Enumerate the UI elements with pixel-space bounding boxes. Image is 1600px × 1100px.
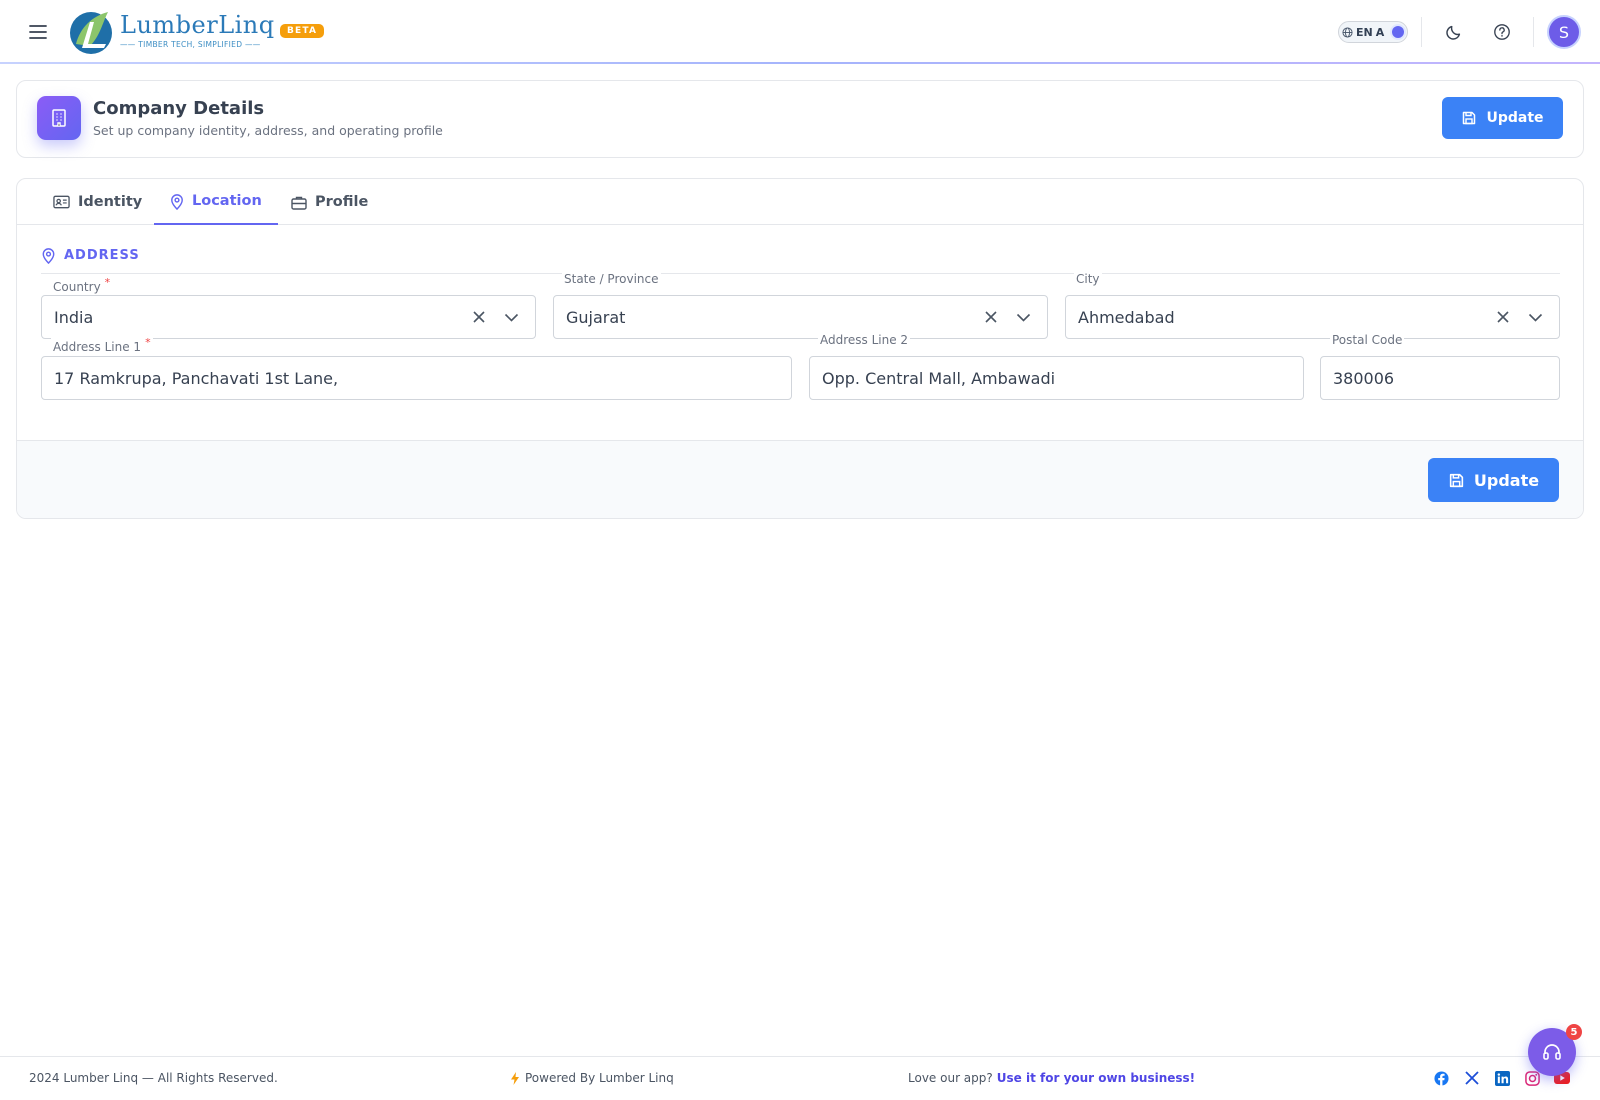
- state-label: State / Province: [562, 272, 661, 286]
- country-label: Country *: [51, 276, 113, 294]
- company-details-form: Identity Location Profile ADDRESS Countr…: [16, 178, 1584, 519]
- toggle-knob: [1392, 26, 1404, 38]
- notification-badge: 5: [1566, 1024, 1582, 1040]
- logo-mark-icon: [70, 12, 112, 54]
- page-subtitle: Set up company identity, address, and op…: [93, 123, 443, 138]
- clear-icon[interactable]: [1487, 301, 1519, 333]
- top-bar: LumberLinq —— TIMBER TECH, SIMPLIFIED ——…: [0, 0, 1600, 63]
- map-pin-icon: [42, 248, 55, 264]
- chevron-down-icon[interactable]: [1519, 301, 1551, 333]
- address-line1-label-text: Address Line 1: [53, 340, 142, 354]
- update-button-label: Update: [1473, 470, 1540, 490]
- lightning-icon: [511, 1071, 519, 1085]
- postal-code-value: 380006: [1333, 368, 1395, 388]
- country-value: India: [54, 307, 94, 327]
- update-button-top[interactable]: Update: [1442, 97, 1563, 139]
- globe-icon: [1342, 26, 1353, 38]
- help-icon[interactable]: [1489, 19, 1515, 45]
- chevron-down-icon[interactable]: [1007, 301, 1039, 333]
- headset-icon: [1543, 1044, 1561, 1060]
- linkedin-icon[interactable]: [1493, 1069, 1511, 1087]
- powered-by-text: Powered By Lumber Linq: [525, 1071, 674, 1085]
- page-header-card: Company Details Set up company identity,…: [16, 80, 1584, 158]
- page-title: Company Details: [93, 98, 265, 119]
- city-select[interactable]: Ahmedabad: [1065, 295, 1560, 339]
- header-accent-line: [0, 62, 1600, 64]
- promo-link[interactable]: Use it for your own business!: [997, 1071, 1195, 1085]
- update-button-label: Update: [1486, 110, 1544, 126]
- id-card-icon: [53, 195, 70, 209]
- country-label-text: Country: [53, 280, 101, 294]
- brand-tagline-text: TIMBER TECH, SIMPLIFIED: [138, 40, 243, 49]
- tab-location-label: Location: [192, 193, 262, 209]
- save-icon: [1463, 111, 1476, 125]
- page-footer: 2024 Lumber Linq — All Rights Reserved. …: [0, 1056, 1600, 1100]
- address-line2-value: Opp. Central Mall, Ambawadi: [822, 368, 1056, 388]
- x-icon[interactable]: [1463, 1069, 1481, 1087]
- language-letter: A: [1375, 25, 1385, 39]
- beta-badge: BETA: [280, 24, 325, 38]
- promo-text: Love our app? Use it for your own busines…: [908, 1071, 1195, 1085]
- update-button-bottom[interactable]: Update: [1428, 458, 1559, 502]
- address-line2-input[interactable]: Opp. Central Mall, Ambawadi: [809, 356, 1304, 400]
- brand-name: LumberLinq: [120, 11, 275, 39]
- header-divider: [1533, 17, 1534, 47]
- copyright-text: 2024 Lumber Linq — All Rights Reserved.: [29, 1071, 278, 1085]
- language-code: EN: [1356, 25, 1373, 39]
- address-line2-label: Address Line 2: [818, 333, 911, 347]
- moon-icon[interactable]: [1441, 19, 1467, 45]
- state-value: Gujarat: [566, 307, 626, 327]
- section-divider: [41, 273, 1560, 274]
- building-icon: [37, 96, 81, 140]
- tab-profile[interactable]: Profile: [275, 179, 384, 225]
- menu-icon[interactable]: [24, 18, 52, 46]
- address-line1-input[interactable]: 17 Ramkrupa, Panchavati 1st Lane,: [41, 356, 792, 400]
- tab-location[interactable]: Location: [154, 179, 278, 225]
- state-select[interactable]: Gujarat: [553, 295, 1048, 339]
- address-line1-value: 17 Ramkrupa, Panchavati 1st Lane,: [54, 368, 339, 388]
- powered-by: Powered By Lumber Linq: [511, 1071, 674, 1085]
- form-footer: Update: [17, 440, 1583, 518]
- facebook-icon[interactable]: [1432, 1069, 1450, 1087]
- header-divider: [1421, 17, 1422, 47]
- tab-identity-label: Identity: [78, 194, 143, 210]
- promo-lead: Love our app?: [908, 1071, 993, 1085]
- brand-logo[interactable]: LumberLinq —— TIMBER TECH, SIMPLIFIED ——: [66, 6, 275, 56]
- required-marker: *: [104, 276, 111, 289]
- postal-code-input[interactable]: 380006: [1320, 356, 1560, 400]
- address-section-heading: ADDRESS: [41, 247, 140, 264]
- map-pin-icon: [171, 193, 183, 210]
- address-line1-label: Address Line 1 *: [51, 336, 153, 354]
- tab-profile-label: Profile: [315, 194, 369, 210]
- clear-icon[interactable]: [463, 301, 495, 333]
- country-select[interactable]: India: [41, 295, 536, 339]
- tab-identity[interactable]: Identity: [37, 179, 158, 225]
- clear-icon[interactable]: [975, 301, 1007, 333]
- avatar[interactable]: S: [1547, 15, 1581, 49]
- city-label: City: [1074, 272, 1102, 286]
- brand-tagline: —— TIMBER TECH, SIMPLIFIED ——: [120, 40, 261, 49]
- city-value: Ahmedabad: [1078, 307, 1175, 327]
- save-icon: [1449, 473, 1464, 487]
- chevron-down-icon[interactable]: [495, 301, 527, 333]
- address-section-title: ADDRESS: [64, 248, 140, 263]
- required-marker: *: [145, 336, 151, 349]
- briefcase-icon: [291, 196, 307, 210]
- language-toggle[interactable]: EN A: [1338, 21, 1408, 43]
- page-title-block: Company Details Set up company identity,…: [93, 98, 443, 138]
- tab-bar: Identity Location Profile: [17, 179, 1583, 225]
- postal-code-label: Postal Code: [1330, 333, 1405, 347]
